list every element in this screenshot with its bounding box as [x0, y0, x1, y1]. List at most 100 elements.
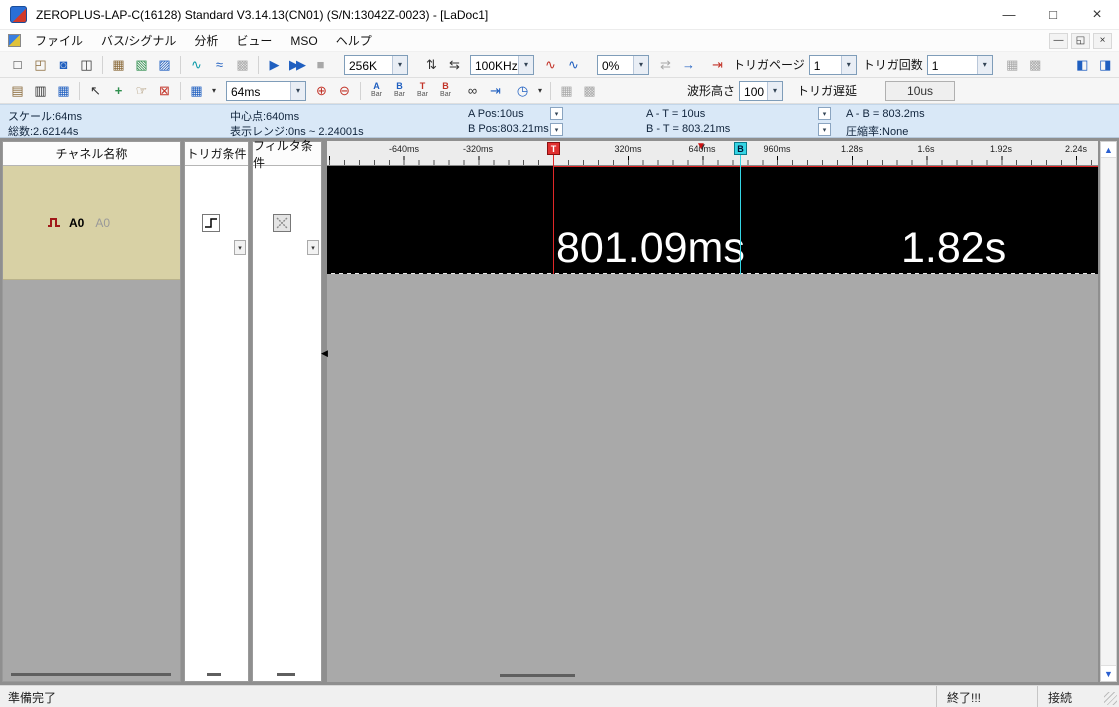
trigger-page-button[interactable]: ⇥ — [706, 54, 729, 76]
maximize-button[interactable]: □ — [1031, 0, 1075, 29]
stop-button[interactable]: ■ — [309, 54, 332, 76]
channel-row-a0[interactable]: A0 A0 — [3, 166, 180, 280]
filter-pattern-box[interactable] — [273, 214, 291, 232]
menu-bus-signal[interactable]: バス/シグナル — [92, 30, 185, 51]
chevron-down-icon[interactable]: ▾ — [392, 56, 407, 74]
bus-expand-button[interactable]: ▦ — [555, 80, 578, 102]
pointer-button[interactable]: ↖ — [84, 80, 107, 102]
search-button[interactable]: ∞ — [461, 80, 484, 102]
clock-arrow-button[interactable]: ▾ — [534, 80, 546, 102]
menu-view[interactable]: ビュー — [227, 30, 281, 51]
sampling-mode-button[interactable]: ⇆ — [443, 54, 466, 76]
panel-right-button[interactable]: ◨ — [1094, 54, 1117, 76]
trigger-level-select[interactable]: 0% ▾ — [597, 55, 649, 75]
display-mode-arrow-button[interactable]: ▾ — [208, 80, 220, 102]
sample-depth-select[interactable]: 256K ▾ — [344, 55, 408, 75]
bus-collapse-button[interactable]: ▩ — [578, 80, 601, 102]
b-bar-marker[interactable]: B — [734, 142, 747, 155]
module-compress-button[interactable]: ▩ — [1024, 54, 1047, 76]
scroll-up-button[interactable]: ▲ — [1101, 142, 1116, 158]
t-bar-marker[interactable]: T — [547, 142, 560, 155]
a-bar-button[interactable]: A Bar — [365, 80, 388, 102]
close-button[interactable]: × — [1075, 0, 1119, 29]
a-pos-dropdown-button[interactable]: ▾ — [550, 107, 563, 120]
filter-dropdown-button[interactable]: ▾ — [307, 240, 319, 255]
menu-analysis[interactable]: 分析 — [185, 30, 227, 51]
goto-trigger-button[interactable]: → — [677, 54, 700, 76]
trigger-page-select[interactable]: 1 ▾ — [809, 55, 857, 75]
panel-left-button[interactable]: ◧ — [1071, 54, 1094, 76]
zoom-in-button[interactable]: ⊕ — [310, 80, 333, 102]
insert-signal-button[interactable]: + — [107, 80, 130, 102]
chevron-down-icon[interactable]: ▾ — [290, 82, 305, 100]
memory-page-button[interactable]: ▩ — [231, 54, 254, 76]
grid-view-button[interactable]: ▦ — [52, 80, 75, 102]
filter-condition-cell[interactable]: ▾ — [253, 166, 321, 280]
menu-help[interactable]: ヘルプ — [327, 30, 381, 51]
scroll-down-button[interactable]: ▼ — [1101, 665, 1116, 681]
chevron-down-icon[interactable]: ▾ — [518, 56, 533, 74]
a-t-dropdown-button[interactable]: ▾ — [818, 107, 831, 120]
sampling-freq-button[interactable]: ⇅ — [420, 54, 443, 76]
chevron-down-icon[interactable]: ▾ — [977, 56, 992, 74]
channel-hscrollbar[interactable] — [11, 673, 171, 676]
trigger-dropdown-button[interactable]: ▾ — [234, 240, 246, 255]
open-file-button[interactable]: ◰ — [29, 54, 52, 76]
time-ruler[interactable]: -640ms -320ms 320ms 640ms 960ms 1.28s 1.… — [327, 141, 1098, 166]
group-bus-button[interactable]: ▨ — [153, 54, 176, 76]
filter-hscrollbar[interactable] — [277, 673, 295, 676]
chevron-down-icon[interactable]: ▾ — [841, 56, 856, 74]
zoom-area-button[interactable]: ⊠ — [153, 80, 176, 102]
vertical-scrollbar[interactable]: ▲ ▼ — [1100, 141, 1117, 682]
menu-file[interactable]: ファイル — [26, 30, 92, 51]
waveform-view-button[interactable]: ▤ — [6, 80, 29, 102]
trigger-edge-box[interactable] — [202, 214, 220, 232]
analyzer-button[interactable]: ∿ — [185, 54, 208, 76]
mdi-close-button[interactable]: × — [1093, 33, 1112, 49]
resize-grip-icon[interactable] — [1104, 692, 1117, 705]
trigger-counter-button[interactable]: ⇄ — [654, 54, 677, 76]
bus-property-button[interactable]: ▦ — [107, 54, 130, 76]
t-bar-button[interactable]: T Bar — [411, 80, 434, 102]
hand-button[interactable]: ☞ — [130, 80, 153, 102]
time-div-select[interactable]: 64ms ▾ — [226, 81, 306, 101]
waveform-hscrollbar[interactable] — [500, 674, 575, 677]
trigger-hscrollbar[interactable] — [207, 673, 221, 676]
b-t-dropdown-button[interactable]: ▾ — [818, 123, 831, 136]
all-bar-button[interactable]: B Bar — [434, 80, 457, 102]
ruler-tick-marks — [327, 156, 1098, 165]
repeat-run-button[interactable]: ▶▶ — [286, 54, 309, 76]
b-bar-button[interactable]: B Bar — [388, 80, 411, 102]
clock-button[interactable]: ◷ — [511, 80, 534, 102]
save-button[interactable]: ◙ — [52, 54, 75, 76]
red-wave-button[interactable]: ∿ — [539, 54, 562, 76]
signal-property-button[interactable]: ▧ — [130, 54, 153, 76]
sample-rate-select[interactable]: 100KHz ▾ — [470, 55, 534, 75]
waveform-display[interactable]: 801.09ms 1.82s — [327, 166, 1098, 273]
run-button[interactable]: ▶ — [263, 54, 286, 76]
state-view-button[interactable]: ▥ — [29, 80, 52, 102]
minimize-icon: — — [1054, 35, 1064, 46]
wave-height-select[interactable]: 100 ▾ — [739, 81, 783, 101]
menu-mso[interactable]: MSO — [281, 30, 326, 51]
collapse-panel-button[interactable]: ◀ — [321, 348, 328, 359]
a-bar-cursor-line[interactable] — [553, 155, 554, 274]
trigger-delay-field[interactable]: 10us — [885, 81, 955, 101]
display-mode-button[interactable]: ▦ — [185, 80, 208, 102]
mdi-restore-button[interactable]: ◱ — [1071, 33, 1090, 49]
trigger-count-select[interactable]: 1 ▾ — [927, 55, 993, 75]
next-edge-button[interactable]: ⇥ — [484, 80, 507, 102]
chevron-down-icon[interactable]: ▾ — [767, 82, 782, 100]
minimize-button[interactable]: — — [987, 0, 1031, 29]
b-pos-dropdown-button[interactable]: ▾ — [550, 123, 563, 136]
b-bar-cursor-line[interactable] — [740, 155, 741, 274]
print-button[interactable]: ◫ — [75, 54, 98, 76]
module-stack-button[interactable]: ▦ — [1001, 54, 1024, 76]
blue-wave-button[interactable]: ∿ — [562, 54, 585, 76]
zoom-out-button[interactable]: ⊖ — [333, 80, 356, 102]
trigger-condition-cell[interactable]: ▾ — [185, 166, 248, 280]
mdi-minimize-button[interactable]: — — [1049, 33, 1068, 49]
decoder-button[interactable]: ≈ — [208, 54, 231, 76]
new-file-button[interactable]: □ — [6, 54, 29, 76]
chevron-down-icon[interactable]: ▾ — [633, 56, 648, 74]
